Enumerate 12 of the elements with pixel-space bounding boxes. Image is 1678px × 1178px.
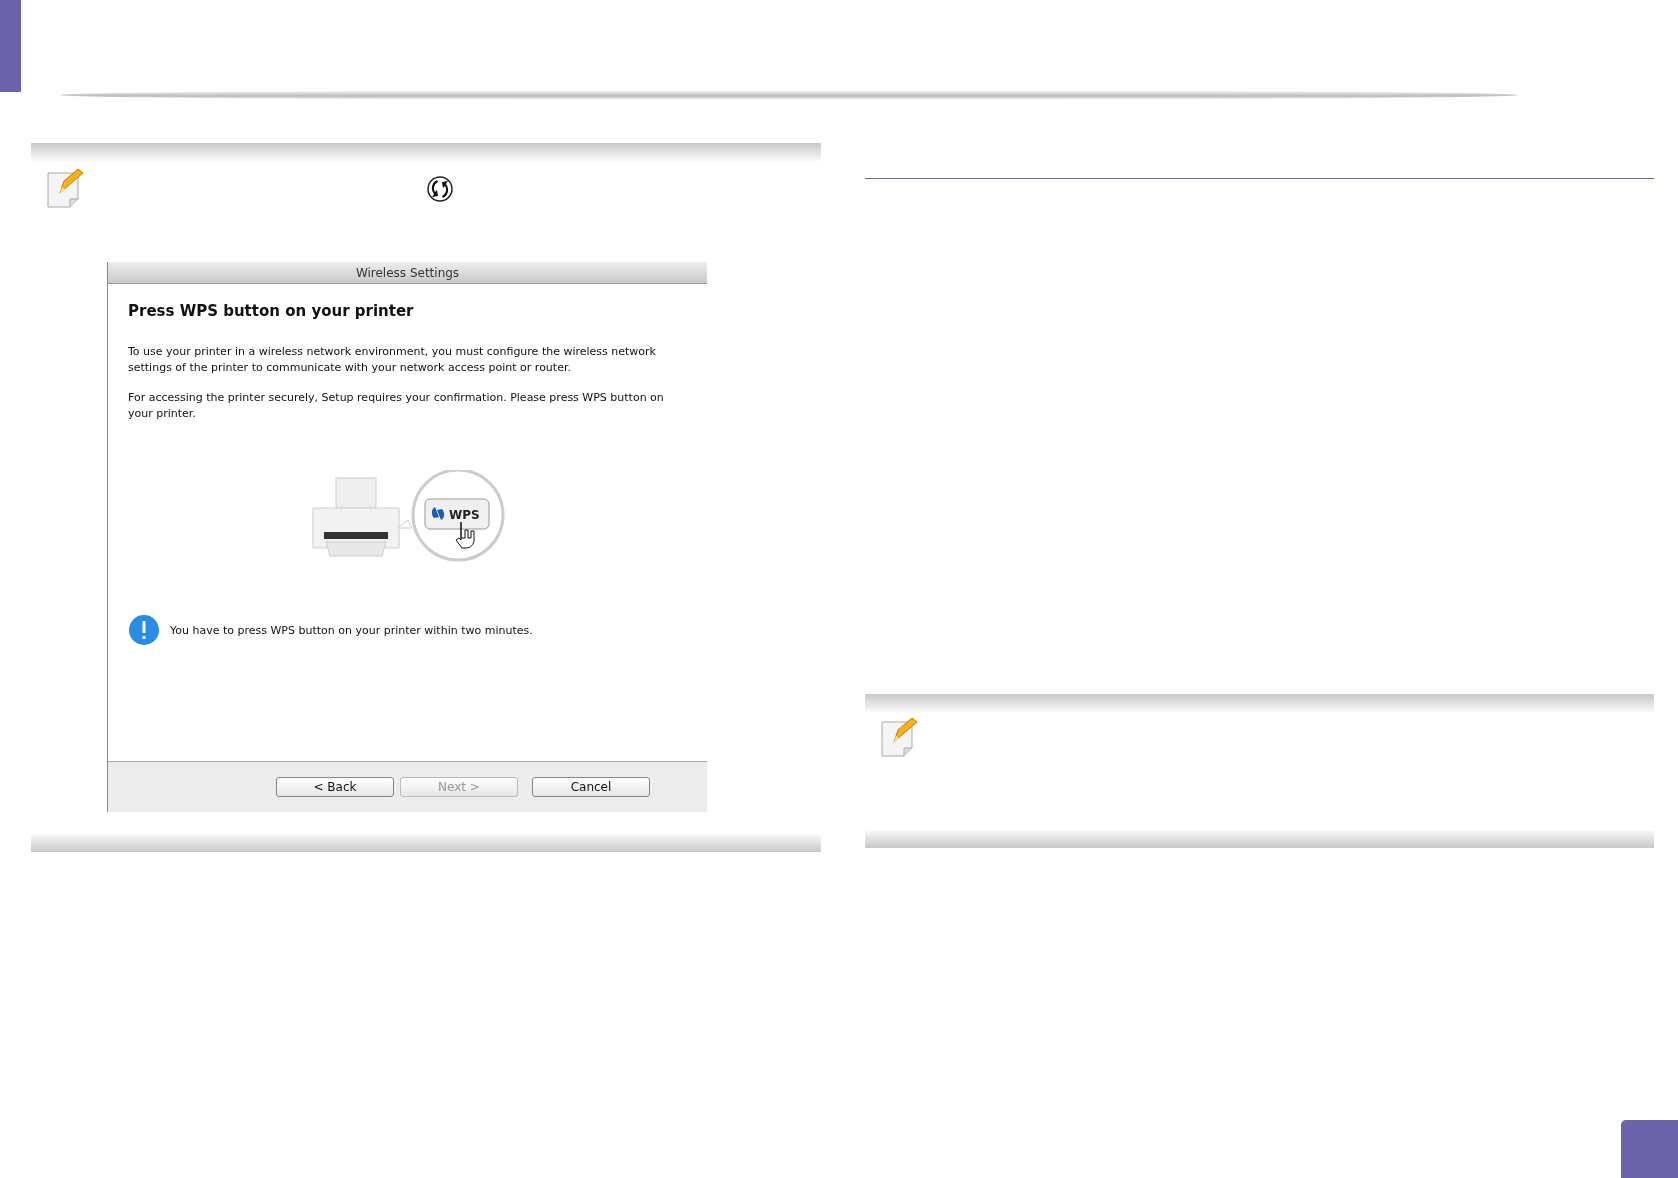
wps-icon [426,175,454,203]
dialog-button[interactable]: Cancel [532,777,650,797]
instruction-text: To use your printer in a wireless network environment, you must configure the wireless network settings of the printer to communicate with your network access point or router. [128,344,657,376]
info-icon [128,614,160,646]
dialog-heading: Press WPS button on your printer [128,302,415,320]
printer-wps-drawing: WPS [307,470,508,570]
note-icon [46,167,86,211]
window-title: Wireless Settings [108,262,707,284]
note-icon [879,716,920,760]
instruction-text: For accessing the printer securely, Setup requires your confirmation. Please press WPS button on your printer. [128,390,665,422]
dialog-button[interactable]: < Back [276,777,394,797]
info-message: You have to press WPS button on your printer within two minutes. [170,623,533,637]
